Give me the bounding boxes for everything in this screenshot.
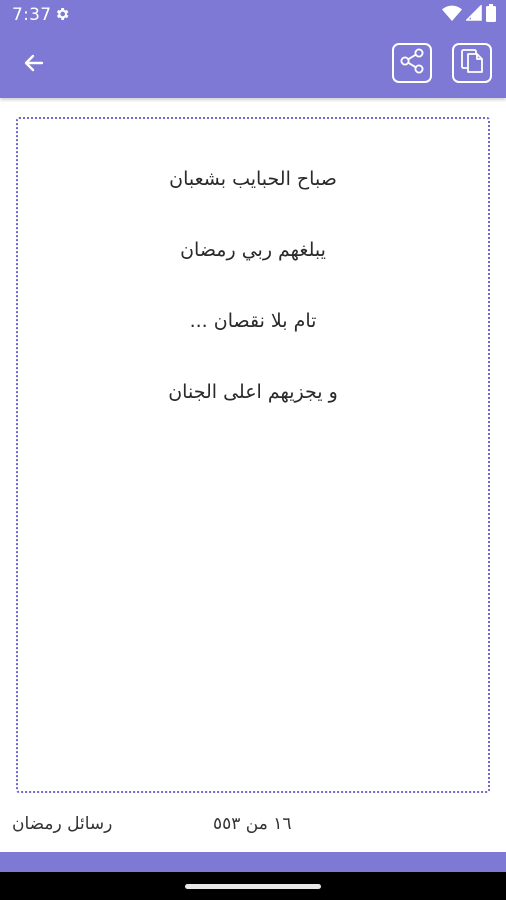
status-bar: 7:37 <box>0 0 506 30</box>
copy-icon <box>458 47 486 79</box>
message-lines: صباح الحبايب بشعبان يبلغهم ربي رمضان تام… <box>18 163 488 447</box>
status-time: 7:37 <box>12 5 52 25</box>
message-line: تام بلا نقصان ... <box>189 310 317 332</box>
wifi-icon <box>442 5 462 25</box>
battery-icon <box>486 4 496 26</box>
back-arrow-icon <box>22 51 46 79</box>
message-line: صباح الحبايب بشعبان <box>169 168 337 190</box>
message-line: و يجزيهم اعلى الجنان <box>168 381 338 403</box>
footer-row: رسائل رمضان ١٦ من ٥٥٣ <box>0 810 506 844</box>
message-card: صباح الحبايب بشعبان يبلغهم ربي رمضان تام… <box>16 117 490 793</box>
back-button[interactable] <box>16 47 52 83</box>
copy-button[interactable] <box>452 43 492 83</box>
bottom-strip <box>0 852 506 872</box>
home-indicator[interactable] <box>185 884 321 889</box>
share-icon <box>398 47 426 79</box>
app-bar <box>0 30 506 98</box>
category-label: رسائل رمضان <box>12 814 113 834</box>
message-line: يبلغهم ربي رمضان <box>180 239 326 261</box>
system-nav-bar <box>0 872 506 900</box>
signal-icon <box>465 4 482 25</box>
share-button[interactable] <box>392 43 432 83</box>
message-counter: ١٦ من ٥٥٣ <box>213 814 292 834</box>
gear-icon <box>54 6 70 22</box>
